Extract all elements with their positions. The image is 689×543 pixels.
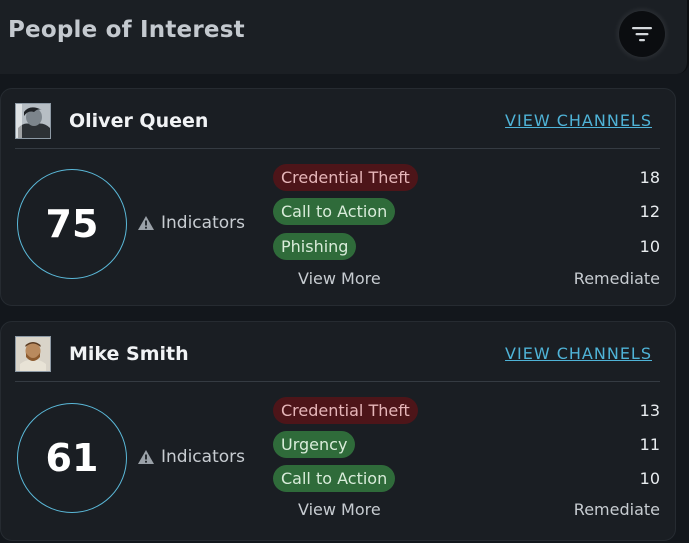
- tag-call-to-action[interactable]: Call to Action: [273, 465, 396, 492]
- risk-score-circle: 75: [17, 169, 127, 279]
- tag-call-to-action[interactable]: Call to Action: [273, 198, 396, 225]
- person-card: Mike Smith VIEW CHANNELS 61 Indicators C…: [0, 321, 676, 541]
- filter-lines-icon: [632, 27, 652, 42]
- tag-count: 18: [639, 168, 660, 187]
- risk-score-circle: 61: [17, 403, 127, 513]
- tag-credential-theft[interactable]: Credential Theft: [273, 397, 418, 424]
- header-bar: People of Interest: [0, 0, 689, 74]
- person-name: Oliver Queen: [69, 110, 209, 132]
- warning-triangle-icon: [138, 216, 154, 230]
- tag-count: 11: [639, 435, 660, 454]
- person-name: Mike Smith: [69, 343, 189, 365]
- view-channels-link[interactable]: VIEW CHANNELS: [505, 344, 652, 363]
- tag-credential-theft[interactable]: Credential Theft: [273, 164, 418, 191]
- divider: [15, 148, 660, 149]
- indicators-label-group: Indicators: [137, 213, 245, 233]
- person-card: Oliver Queen VIEW CHANNELS 75 Indicators…: [0, 88, 676, 306]
- avatar: [15, 336, 51, 372]
- avatar: [15, 103, 51, 139]
- remediate-button[interactable]: Remediate: [574, 500, 660, 519]
- tag-count: 10: [639, 237, 660, 256]
- page-title: People of Interest: [8, 17, 245, 43]
- view-channels-link[interactable]: VIEW CHANNELS: [505, 111, 652, 130]
- remediate-button[interactable]: Remediate: [574, 269, 660, 288]
- filter-button[interactable]: [619, 11, 665, 57]
- tag-urgency[interactable]: Urgency: [273, 431, 356, 458]
- warning-triangle-icon: [138, 450, 154, 464]
- indicators-label-group: Indicators: [137, 447, 245, 467]
- view-more-button[interactable]: View More: [298, 269, 381, 288]
- indicators-label: Indicators: [161, 213, 245, 233]
- tag-phishing[interactable]: Phishing: [273, 233, 357, 260]
- tag-count: 10: [639, 469, 660, 488]
- divider: [15, 381, 660, 382]
- indicators-label: Indicators: [161, 447, 245, 467]
- tag-count: 13: [639, 401, 660, 420]
- user-photo-icon: [16, 104, 50, 138]
- tag-count: 12: [639, 202, 660, 221]
- view-more-button[interactable]: View More: [298, 500, 381, 519]
- user-photo-icon: [16, 337, 50, 371]
